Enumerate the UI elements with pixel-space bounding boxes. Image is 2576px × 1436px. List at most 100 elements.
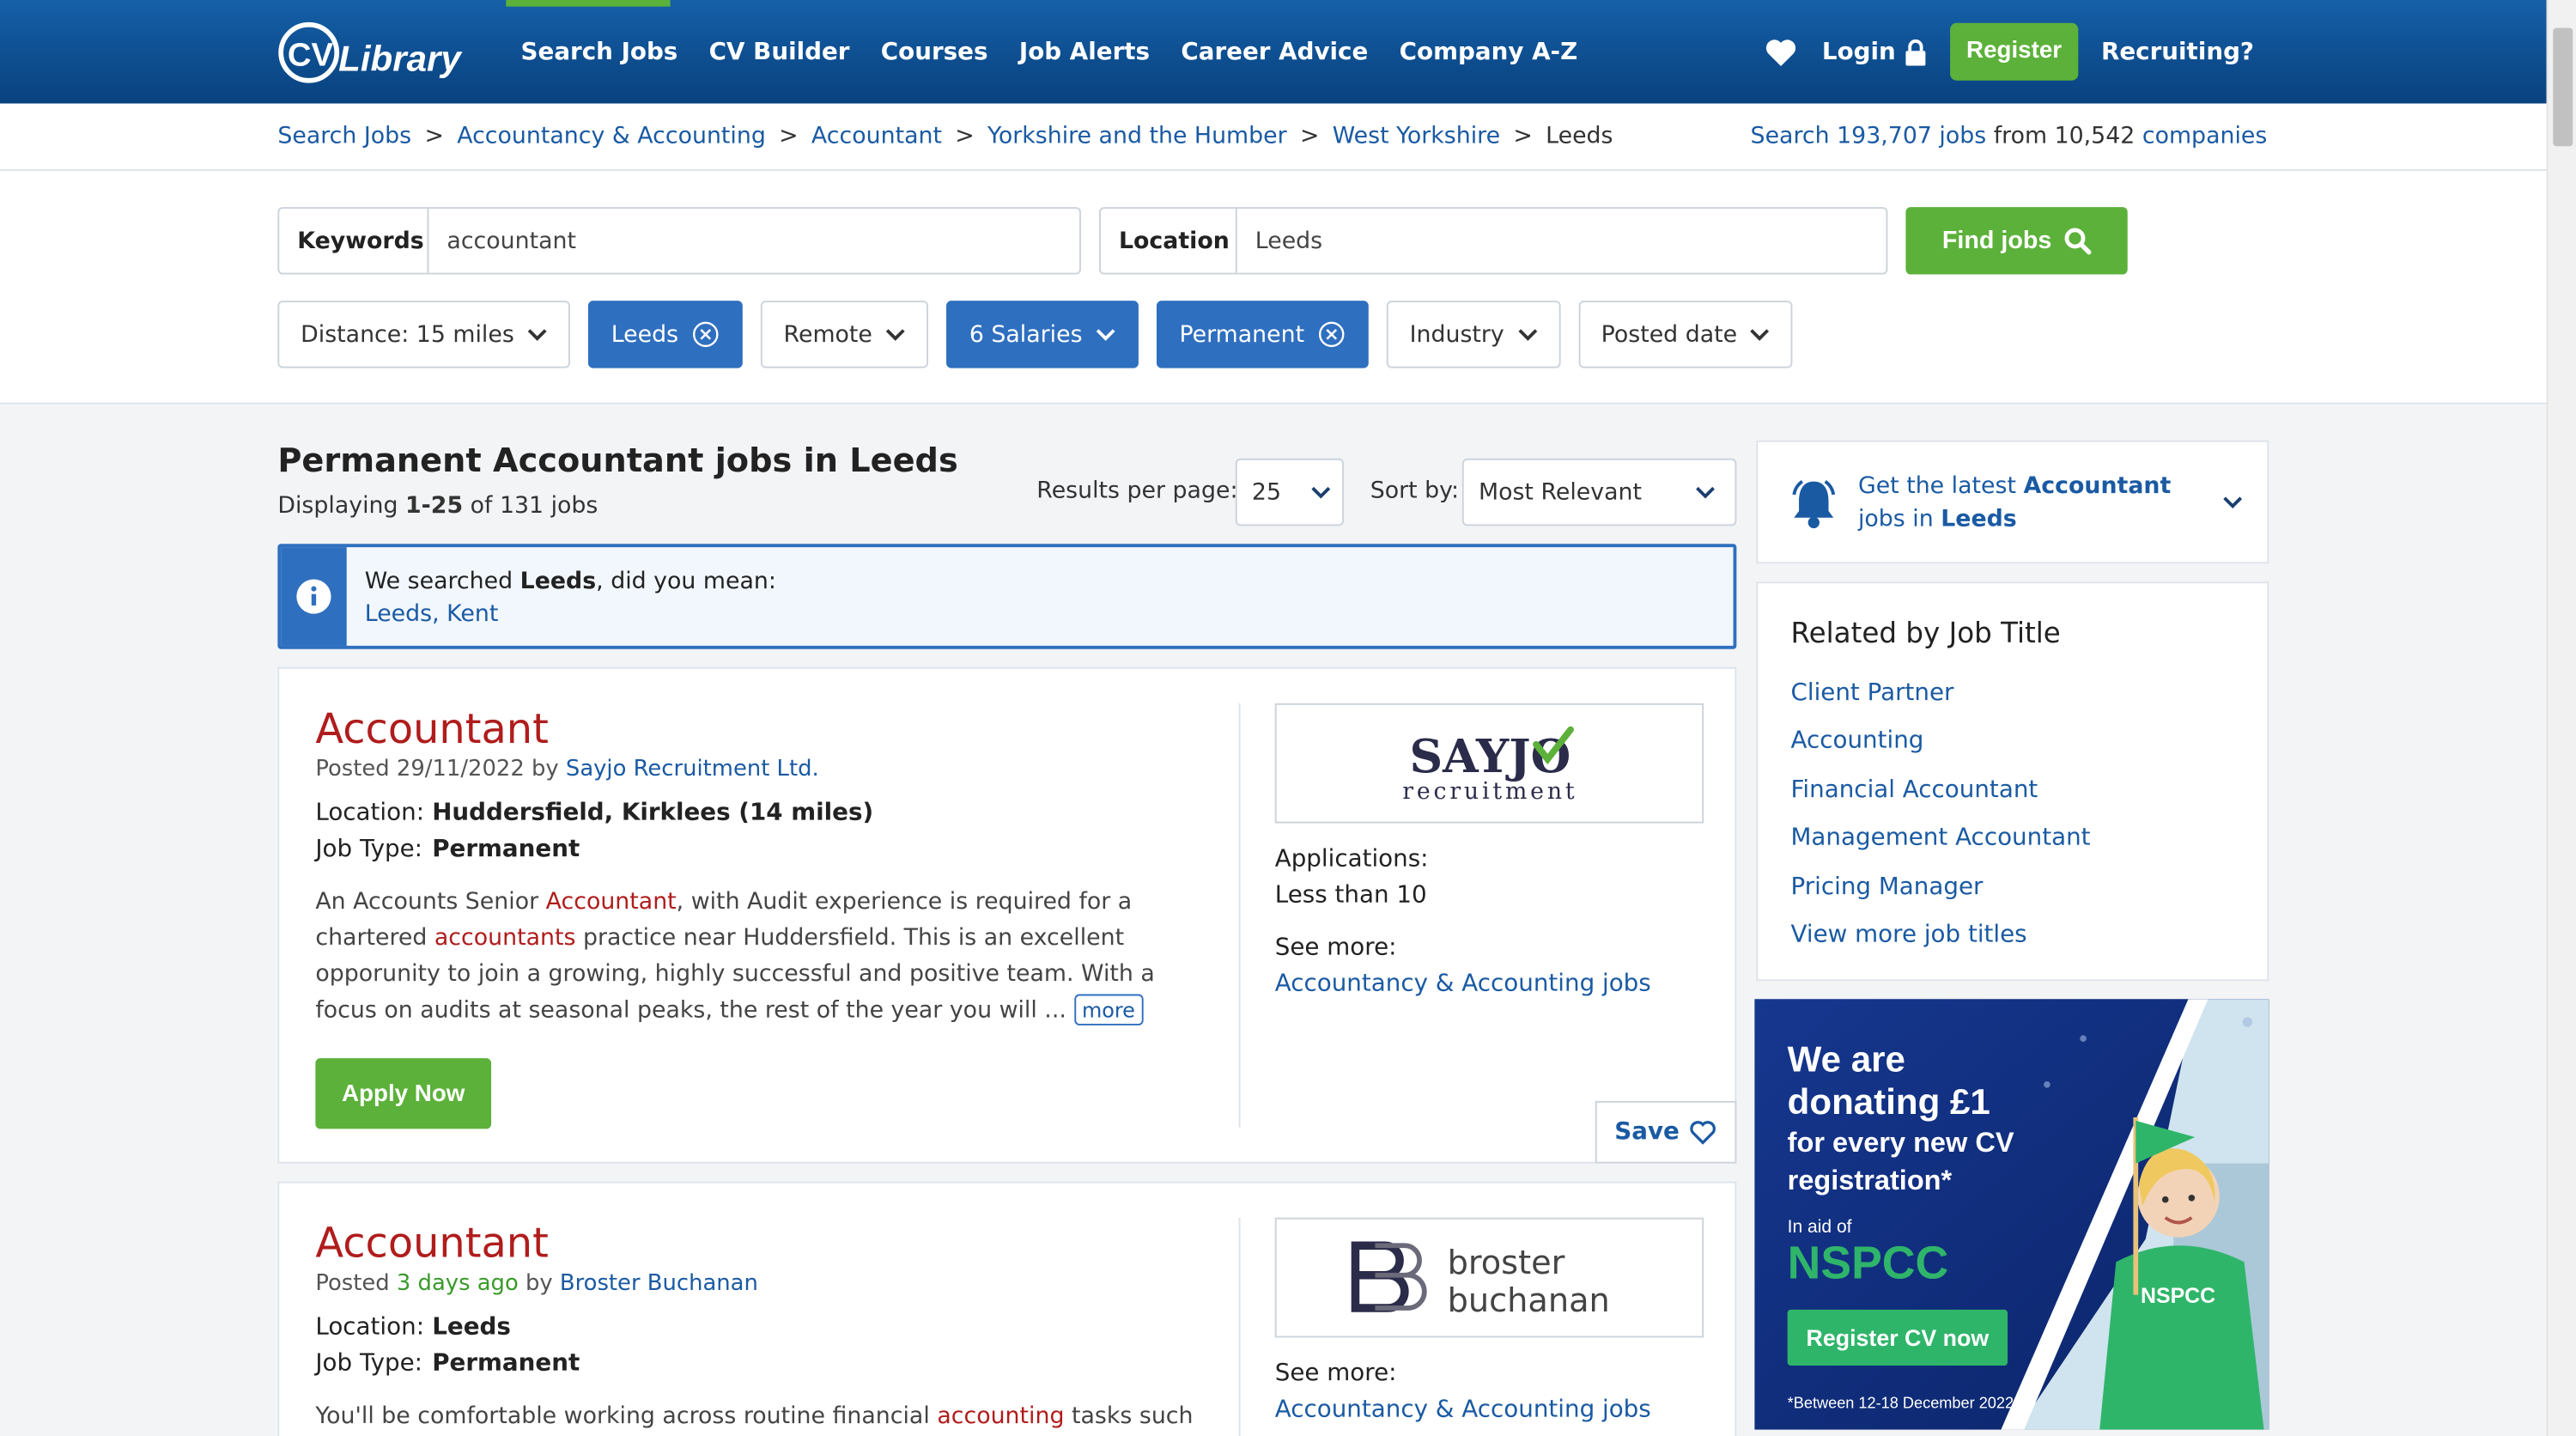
job-description: An Accounts Senior Accountant, with Audi… (315, 884, 1202, 1028)
save-job-button[interactable]: Save (1595, 1100, 1737, 1164)
filter-label: Remote (783, 321, 872, 348)
lock-icon (1905, 38, 1926, 65)
register-button[interactable]: Register (1949, 22, 2079, 81)
alert-mid: jobs in (1857, 506, 1934, 532)
scrollbar[interactable] (2546, 0, 2576, 1436)
related-link[interactable]: Management Accountant (1790, 825, 2090, 852)
breadcrumb-item[interactable]: Accountant (811, 123, 942, 149)
location-key: Location: (315, 800, 425, 827)
posted-date: 3 days ago (396, 1269, 519, 1297)
job-meta: Location: Huddersfield, Kirklees (14 mile… (315, 795, 873, 867)
filter-remote[interactable]: Remote (760, 301, 928, 368)
related-item: Financial Accountant (1790, 767, 2090, 815)
see-more: See more: Accountancy & Accounting jobs (1275, 930, 1651, 1002)
scrollbar-thumb[interactable] (2553, 27, 2573, 147)
posted-prefix: Posted (315, 756, 390, 782)
company-link[interactable]: Sayjo Recruitment Ltd. (566, 756, 819, 782)
view-more-job-titles-link[interactable]: View more job titles (1790, 922, 2026, 948)
job-type-row: Job Type: Permanent (315, 1346, 580, 1382)
count-suffix: of 131 jobs (470, 492, 598, 520)
keywords-label: Keywords (279, 208, 429, 273)
company-logo[interactable]: broster buchanan (1274, 1217, 1704, 1338)
nav-cv-builder[interactable]: CV Builder (709, 36, 850, 69)
find-jobs-button[interactable]: Find jobs (1905, 207, 2128, 275)
nav-career-advice[interactable]: Career Advice (1181, 36, 1368, 69)
nspcc-advert[interactable]: NSPCC We are donating £1 for every new C… (1754, 999, 2269, 1430)
see-more-link[interactable]: Accountancy & Accounting jobs (1275, 1396, 1651, 1423)
login-link[interactable]: Login (1822, 39, 1927, 65)
job-posted: Posted 29/11/2022 by Sayjo Recruitment L… (315, 756, 818, 782)
related-item: Management Accountant (1790, 815, 2090, 863)
chevron-down-icon (1311, 485, 1330, 498)
filter-posted-date[interactable]: Posted date (1577, 301, 1794, 368)
posted-by: by (532, 756, 559, 782)
filter-label: Industry (1409, 321, 1504, 348)
related-link[interactable]: Pricing Manager (1790, 873, 1983, 900)
nav-job-alerts[interactable]: Job Alerts (1019, 36, 1150, 69)
search-panel: Keywords Location Find jobs Distance: 15… (0, 170, 2547, 405)
alert-prefix: Get the latest (1857, 473, 2016, 500)
alert-place: Leeds (1941, 506, 2017, 532)
chevron-down-icon (885, 328, 905, 340)
related-job-titles: Related by Job Title Client Partner Acco… (1756, 581, 2269, 982)
nav-company-a-z[interactable]: Company A-Z (1400, 36, 1578, 69)
filter-salaries[interactable]: 6 Salaries (946, 301, 1139, 368)
recruiting-link[interactable]: Recruiting? (2101, 39, 2254, 65)
posted-date: 29/11/2022 (396, 756, 525, 782)
advert-in-aid: In aid of (1788, 1217, 1852, 1237)
job-type-row: Job Type: Permanent (315, 831, 873, 867)
filter-job-type[interactable]: Permanent (1156, 301, 1369, 368)
keywords-input[interactable] (428, 208, 1080, 273)
see-more-link[interactable]: Accountancy & Accounting jobs (1275, 971, 1651, 998)
stats-search-link[interactable]: Search 193,707 jobs (1751, 123, 1987, 149)
save-label: Save (1614, 1118, 1680, 1146)
account-nav: Login Register Recruiting? (1763, 22, 2254, 81)
chevron-down-icon (1517, 328, 1537, 340)
applications-value: Less than 10 (1274, 882, 1427, 910)
stats-companies-link[interactable]: companies (2142, 123, 2268, 149)
svg-text:CV: CV (288, 37, 334, 74)
sort-select[interactable]: Most Relevant (1461, 458, 1737, 526)
filter-industry[interactable]: Industry (1386, 301, 1560, 368)
company-link[interactable]: Broster Buchanan (560, 1270, 758, 1297)
breadcrumb-item[interactable]: Search Jobs (277, 123, 411, 149)
breadcrumb-separator: > (1299, 123, 1320, 150)
breadcrumb-item[interactable]: West Yorkshire (1333, 123, 1500, 149)
clear-filter-icon[interactable] (1317, 320, 1346, 349)
breadcrumb-item[interactable]: Accountancy & Accounting (457, 123, 766, 149)
notice-term: Leeds (519, 569, 597, 595)
nav-courses[interactable]: Courses (881, 36, 988, 69)
nav-search-jobs[interactable]: Search Jobs (521, 36, 678, 69)
job-type-key: Job Type: (315, 836, 423, 863)
stats-jobs: 193,707 jobs (1837, 123, 1987, 150)
advert-line4: registration* (1788, 1165, 1953, 1196)
breadcrumb-separator: > (424, 123, 444, 150)
clear-filter-icon[interactable] (691, 320, 720, 349)
related-link[interactable]: Accounting (1790, 728, 1923, 755)
results-per-page-select[interactable]: 25 (1235, 458, 1345, 526)
cv-library-logo[interactable]: CV Library (273, 16, 467, 88)
suggestion-link[interactable]: Leeds, Kent (365, 601, 499, 628)
breadcrumb-item[interactable]: Yorkshire and the Humber (987, 123, 1287, 149)
related-link[interactable]: Financial Accountant (1790, 777, 2038, 804)
desc-highlight: accounting (937, 1403, 1065, 1430)
saved-jobs-heart-icon[interactable] (1763, 33, 1799, 70)
related-heading: Related by Job Title (1790, 618, 2061, 651)
location-value: Leeds (432, 1314, 511, 1342)
sort-label: Sort by: (1370, 478, 1460, 505)
info-bar (281, 547, 347, 646)
apply-now-button[interactable]: Apply Now (315, 1058, 492, 1129)
filter-location[interactable]: Leeds (587, 301, 743, 368)
job-title-link[interactable]: Accountant (315, 705, 549, 752)
company-logo[interactable]: SAYJO recruitment (1274, 703, 1704, 824)
bell-icon (1792, 480, 1836, 529)
filter-distance[interactable]: Distance: 15 miles (277, 301, 570, 368)
results-count: Displaying 1-25 of 131 jobs (277, 493, 598, 520)
more-button[interactable]: more (1073, 994, 1144, 1025)
job-title-link[interactable]: Accountant (315, 1220, 549, 1267)
logo-line2: recruitment (1401, 777, 1577, 804)
location-key: Location: (315, 1314, 425, 1342)
job-alert-toggle[interactable]: Get the latest Accountant jobs in Leeds (1756, 440, 2269, 564)
related-link[interactable]: Client Partner (1790, 680, 1953, 707)
location-input[interactable] (1236, 208, 1886, 273)
